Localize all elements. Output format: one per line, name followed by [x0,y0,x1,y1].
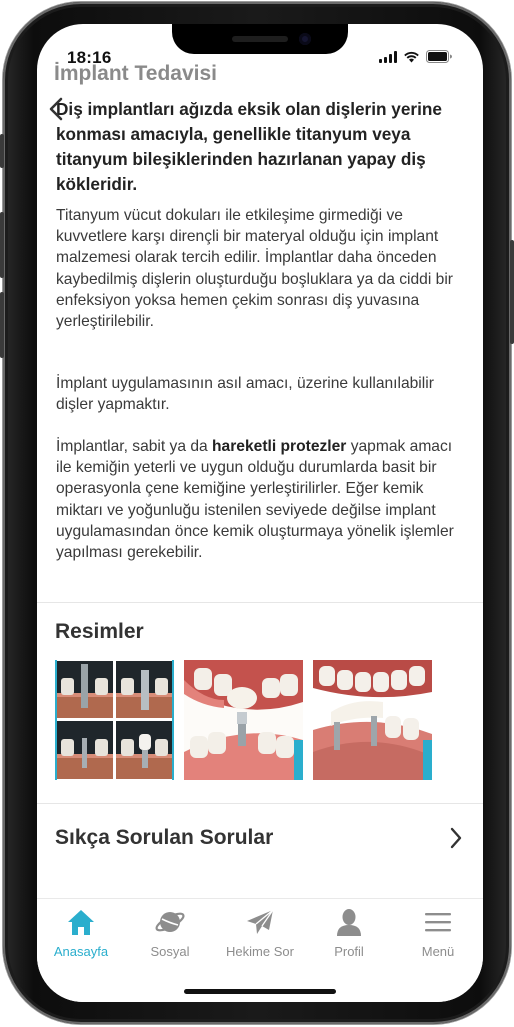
cellular-signal-icon [379,51,397,63]
divider [37,602,483,603]
tab-label: Profil [334,944,364,959]
image-gallery [55,660,432,780]
phone-frame: 18:16 İmplant Tedavisi Diş implantları a… [0,2,514,1024]
paper-plane-icon [215,907,305,937]
tab-bar: Anasayfa Sosyal Hekime Sor Profil Menü [37,898,483,1002]
tab-label: Sosyal [150,944,190,959]
power-button [510,240,514,344]
status-icons [379,50,453,63]
volume-up-button [0,212,4,278]
tab-label: Anasayfa [53,944,109,959]
front-camera [299,33,311,45]
gallery-image-3[interactable] [313,660,432,780]
planet-icon [125,907,215,937]
faq-row[interactable]: Sıkça Sorulan Sorular [37,804,483,874]
home-indicator [184,989,336,994]
tab-label: Menü [421,944,455,959]
tab-anasayfa[interactable]: Anasayfa [37,907,126,959]
chevron-right-icon [450,827,462,849]
menu-icon [393,907,483,937]
gallery-image-2[interactable] [184,660,303,780]
tab-hekime-sor[interactable]: Hekime Sor [215,907,305,959]
screen: 18:16 İmplant Tedavisi Diş implantları a… [37,24,483,1002]
article-paragraph-2: İmplant uygulamasının asıl amacı, üzerin… [56,375,434,414]
status-time: 18:16 [67,48,112,67]
volume-down-button [0,292,4,358]
back-chevron-icon[interactable] [46,96,68,122]
speaker-grille [232,36,288,42]
images-section-title: Resimler [55,620,144,643]
article-paragraph-3: İmplantlar, sabit ya da hareketli protez… [56,436,466,563]
battery-icon [426,50,453,63]
home-icon [37,907,126,937]
wifi-icon [403,51,420,63]
paragraph-text: İmplantlar, sabit ya da [56,438,213,455]
article-lead: Diş implantları ağızda eksik olan dişler… [56,99,442,194]
article-paragraph-1: Titanyum vücut dokuları ile etkileşime g… [56,207,453,331]
tab-sosyal[interactable]: Sosyal [125,907,215,959]
mute-switch [0,134,4,168]
tab-label: Hekime Sor [226,944,294,959]
paragraph-text: yapmak amacı ile kemiğin yeterli ve uygu… [56,438,454,562]
bold-term-hareketli-protezler: hareketli protezler [212,438,347,455]
faq-label: Sıkça Sorulan Sorular [55,826,274,849]
notch [172,24,348,54]
tab-profil[interactable]: Profil [304,907,394,959]
gallery-image-1[interactable] [55,660,174,780]
tab-menu[interactable]: Menü [393,907,483,959]
user-icon [304,907,394,937]
